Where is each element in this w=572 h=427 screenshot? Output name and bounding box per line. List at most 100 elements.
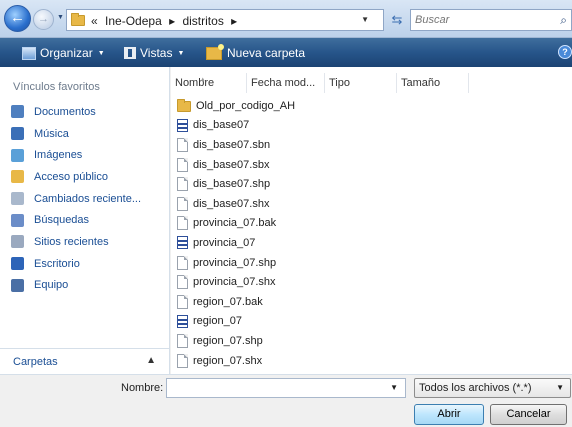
recent-places-icon <box>11 235 24 249</box>
file-type-value: Todos los archivos (*.*) <box>419 382 532 394</box>
file-name: dis_base07.shx <box>193 197 270 210</box>
file-name: provincia_07.bak <box>193 217 277 230</box>
file-list: Old_por_codigo_AH dis_base07 dis_base07.sb… <box>177 96 295 370</box>
file-row[interactable]: dis_base07.shx <box>177 194 295 214</box>
forward-button[interactable]: → <box>33 9 54 30</box>
column-size[interactable]: Tamaño <box>397 73 469 93</box>
file-row[interactable]: provincia_07.bak <box>177 214 295 234</box>
folder-icon <box>71 13 85 26</box>
desktop-icon <box>11 257 24 271</box>
cancel-button[interactable]: Cancelar <box>490 404 567 425</box>
views-label: Vistas <box>140 46 173 60</box>
breadcrumb-overflow[interactable]: « <box>91 14 98 28</box>
sidebar-item-label: Escritorio <box>34 257 80 270</box>
file-name: provincia_07 <box>193 236 256 249</box>
back-button[interactable]: ← <box>4 5 31 32</box>
file-row[interactable]: region_07.bak <box>177 292 295 312</box>
sidebar-item[interactable]: Documentos <box>7 101 141 123</box>
refresh-button[interactable]: ⇆ <box>386 9 408 31</box>
chevron-down-icon: ▼ <box>556 383 564 392</box>
sidebar-item-label: Música <box>34 127 69 140</box>
organize-menu[interactable]: Organizar ▼ <box>22 45 105 61</box>
sidebar-item-label: Búsquedas <box>34 214 90 227</box>
file-type-select[interactable]: Todos los archivos (*.*) ▼ <box>414 378 571 398</box>
file-name: dis_base07.sbx <box>193 158 270 171</box>
sidebar-item-label: Acceso público <box>34 170 108 183</box>
file-row[interactable]: region_07.shx <box>177 351 295 371</box>
sidebar-item[interactable]: Música <box>7 123 141 145</box>
address-field[interactable]: « Ine-Odepa ▸ distritos ▸ ▼ <box>66 9 384 31</box>
column-date-modified[interactable]: Fecha mod... <box>247 73 325 93</box>
search-field[interactable]: ⌕ <box>410 9 572 31</box>
folders-toggle[interactable]: Carpetas ▲ <box>0 348 169 374</box>
file-name-input[interactable] <box>167 379 387 397</box>
breadcrumb-separator[interactable]: ▸ <box>231 14 237 28</box>
sidebar-item[interactable]: Sitios recientes <box>7 231 141 253</box>
breadcrumb-ine-odepa[interactable]: Ine-Odepa <box>105 14 162 28</box>
sidebar-item[interactable]: Equipo <box>7 275 141 297</box>
sidebar-item[interactable]: Imágenes <box>7 144 141 166</box>
breadcrumb-separator[interactable]: ▸ <box>169 14 175 28</box>
file-row[interactable]: dis_base07.sbx <box>177 155 295 175</box>
computer-icon <box>11 278 24 292</box>
file-icon <box>177 157 188 172</box>
file-name: region_07.shx <box>193 354 263 367</box>
folder-icon <box>177 99 191 113</box>
folders-label: Carpetas <box>13 356 58 368</box>
file-row[interactable]: Old_por_codigo_AH <box>177 96 295 116</box>
file-name: region_07 <box>193 315 242 328</box>
column-name[interactable]: Nombre ▴ <box>171 73 247 93</box>
organize-icon <box>22 46 36 60</box>
file-name: region_07.bak <box>193 295 263 308</box>
database-file-icon <box>177 236 188 250</box>
file-row[interactable]: dis_base07.sbn <box>177 135 295 155</box>
sidebar-item[interactable]: Búsquedas <box>7 209 141 231</box>
file-icon <box>177 137 188 152</box>
organize-label: Organizar <box>40 46 93 60</box>
favorite-links-heading: Vínculos favoritos <box>13 81 100 93</box>
new-folder-button[interactable]: Nueva carpeta <box>206 43 305 61</box>
file-row[interactable]: provincia_07.shx <box>177 272 295 292</box>
file-row[interactable]: provincia_07.shp <box>177 253 295 273</box>
file-row[interactable]: dis_base07 <box>177 116 295 136</box>
address-bar-area: ← → ▼ « Ine-Odepa ▸ distritos ▸ ▼ ⇆ ⌕ <box>0 0 572 38</box>
chevron-down-icon: ▼ <box>57 14 64 21</box>
open-button[interactable]: Abrir <box>414 404 484 425</box>
breadcrumb-distritos[interactable]: distritos <box>182 14 223 28</box>
recent-pages-dropdown[interactable]: ▼ <box>57 14 64 21</box>
chevron-down-icon[interactable]: ▼ <box>390 383 398 392</box>
file-name: Old_por_codigo_AH <box>196 99 296 112</box>
breadcrumb: « Ine-Odepa ▸ distritos ▸ <box>91 14 241 28</box>
command-toolbar: Organizar ▼ Vistas ▼ Nueva carpeta ? <box>0 38 572 67</box>
sidebar-item-label: Cambiados reciente... <box>34 192 141 205</box>
file-row[interactable]: provincia_07 <box>177 233 295 253</box>
help-button[interactable]: ? <box>558 45 572 59</box>
file-name-combobox[interactable]: ▼ <box>166 378 406 398</box>
new-folder-icon <box>206 43 224 60</box>
file-row[interactable]: region_07 <box>177 312 295 332</box>
column-headers: Nombre ▴ Fecha mod... Tipo Tamaño <box>171 73 572 93</box>
sort-arrow-icon: ▴ <box>201 76 205 83</box>
pictures-icon <box>11 148 24 162</box>
database-file-icon <box>177 314 188 328</box>
column-type-label: Tipo <box>329 77 350 89</box>
views-menu[interactable]: Vistas ▼ <box>124 45 184 61</box>
search-icon[interactable]: ⌕ <box>560 13 567 28</box>
searches-icon <box>11 213 24 227</box>
sidebar-item[interactable]: Escritorio <box>7 253 141 275</box>
dialog-footer: Nombre: ▼ Todos los archivos (*.*) ▼ Abr… <box>0 374 572 427</box>
file-name: dis_base07.shp <box>193 178 271 191</box>
sidebar-item[interactable]: Acceso público <box>7 166 141 188</box>
public-folder-icon <box>11 170 24 184</box>
file-icon <box>177 216 188 231</box>
sidebar-item[interactable]: Cambiados reciente... <box>7 188 141 210</box>
chevron-up-icon: ▲ <box>146 355 156 366</box>
file-icon <box>177 255 188 270</box>
address-dropdown-icon[interactable]: ▼ <box>361 15 369 24</box>
column-type[interactable]: Tipo <box>325 73 397 93</box>
search-input[interactable] <box>411 10 541 30</box>
file-row[interactable]: dis_base07.shp <box>177 174 295 194</box>
favorite-links-list: Documentos Música Imágenes Acceso público Ca… <box>7 101 141 296</box>
column-size-label: Tamaño <box>401 77 441 89</box>
file-row[interactable]: region_07.shp <box>177 331 295 351</box>
